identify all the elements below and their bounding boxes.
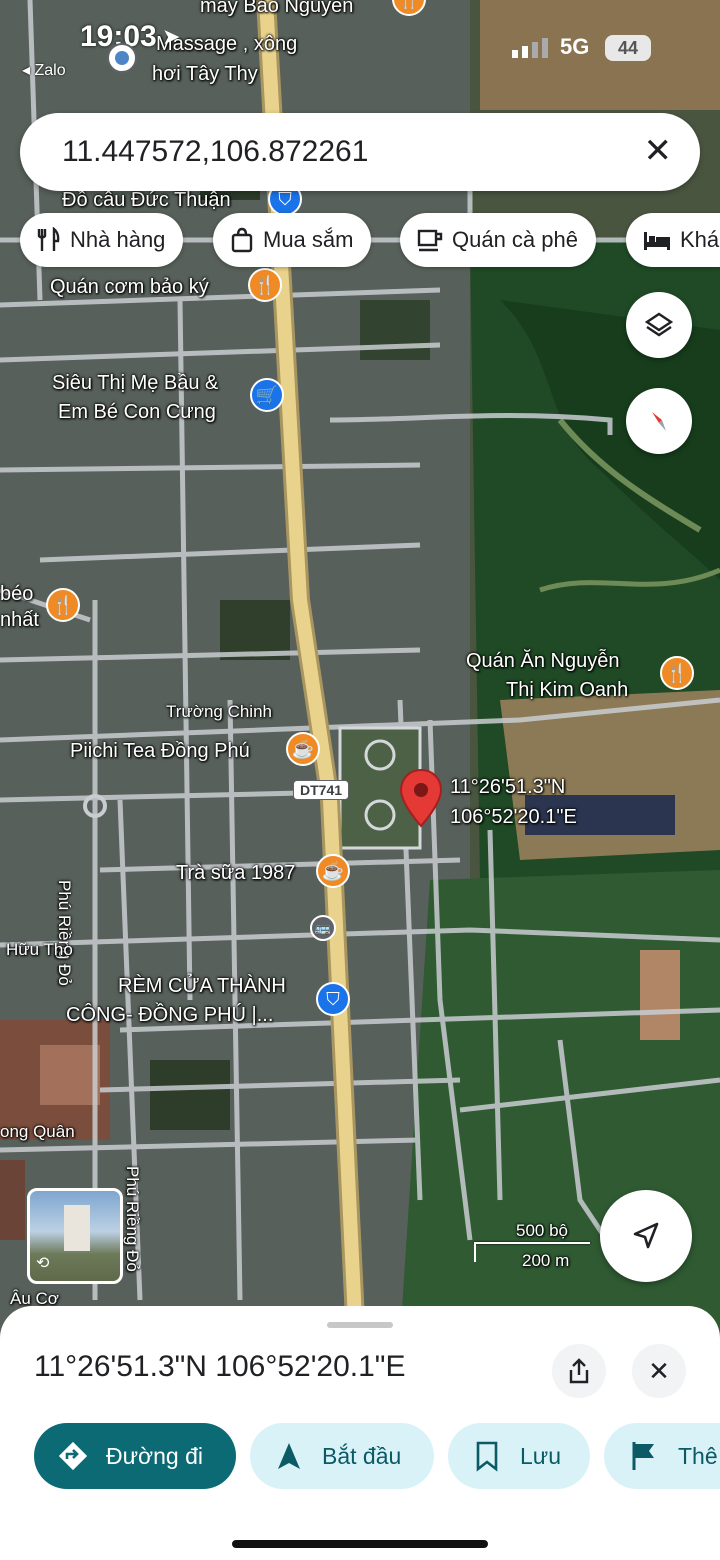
directions-button[interactable]: Đường đi (34, 1423, 236, 1489)
coffee-cup-icon: ☕ (321, 860, 345, 881)
place-label-tra-sua[interactable]: Trà sữa 1987 (176, 861, 295, 886)
shopping-bag-icon: ⛉ (278, 188, 292, 209)
poi-marker-restaurant[interactable]: 🍴 (660, 656, 694, 690)
shopping-bag-icon (229, 227, 255, 253)
close-icon: ✕ (643, 132, 673, 170)
chip-label: Quán cà phê (452, 227, 578, 252)
status-bar: 19:03 ➤ ◂ Zalo 5G 44 (0, 0, 720, 100)
bottom-sheet[interactable]: 11°26'51.3"N 106°52'20.1"E ✕ Đường đi Bắ… (0, 1306, 720, 1560)
street-view-thumbnail[interactable]: ⟲ (27, 1188, 123, 1284)
pin-longitude-label: 106°52'20.1"E (450, 806, 577, 828)
share-button[interactable] (552, 1344, 606, 1398)
scale-bar (474, 1242, 590, 1244)
place-label-quan-an[interactable]: Quán Ăn Nguyễn (466, 649, 619, 674)
place-label-sieu-thi[interactable]: Siêu Thị Mẹ Bầu & (52, 371, 218, 396)
close-icon: ✕ (648, 1355, 670, 1386)
chip-label: Mua sắm (263, 227, 354, 252)
coffee-cup-icon (416, 227, 444, 253)
search-bar[interactable]: 11.447572,106.872261 ✕ (20, 113, 700, 191)
back-triangle-icon: ◂ (22, 62, 35, 79)
flag-icon (632, 1442, 654, 1470)
poi-marker-cafe[interactable]: ☕ (286, 732, 320, 766)
send-arrow-icon: ➤ (162, 24, 181, 49)
start-label: Bắt đầu (322, 1442, 402, 1469)
bus-stop-icon[interactable]: 🚌 (310, 915, 336, 941)
place-coordinates-title: 11°26'51.3"N 106°52'20.1"E (34, 1350, 406, 1383)
compass-icon (652, 412, 666, 431)
scale-label-meters: 200 m (522, 1251, 570, 1270)
place-label-do-cau[interactable]: Đồ câu Đức Thuận (62, 188, 231, 213)
chip-restaurants[interactable]: Nhà hàng (20, 213, 184, 267)
rotate-360-icon: ⟲ (36, 1255, 50, 1272)
home-indicator[interactable] (232, 1540, 488, 1548)
scale-bar-tick (474, 1242, 476, 1262)
chip-cafe[interactable]: Quán cà phê (400, 213, 596, 267)
location-pin-icon (107, 43, 137, 73)
chip-label: Nhà hàng (70, 227, 166, 252)
chip-hotels[interactable]: Khá (626, 213, 720, 267)
street-label-phu-rieng-do: Phú Riềng Đỏ (55, 880, 74, 986)
close-sheet-button[interactable]: ✕ (632, 1344, 686, 1398)
save-button[interactable]: Lưu (448, 1423, 590, 1489)
fork-knife-icon: 🍴 (253, 274, 277, 295)
place-label-rem-cua-2[interactable]: CÔNG- ĐỒNG PHÚ |... (66, 1003, 273, 1028)
place-label-beo[interactable]: béo (0, 582, 33, 607)
directions-label: Đường đi (106, 1442, 203, 1469)
street-label-truong-chinh: Trường Chinh (166, 702, 272, 721)
poi-marker-shopping-cart[interactable]: 🛒 (250, 378, 284, 412)
poi-marker-cafe[interactable]: ☕ (316, 854, 350, 888)
navigation-arrow-icon (278, 1443, 300, 1469)
poi-marker-restaurant[interactable]: 🍴 (46, 588, 80, 622)
back-to-app[interactable]: ◂ Zalo (22, 60, 66, 80)
drag-handle[interactable] (327, 1322, 393, 1328)
directions-icon (58, 1441, 88, 1471)
chip-shopping[interactable]: Mua sắm (213, 213, 372, 267)
bookmark-icon (476, 1441, 498, 1472)
shopping-bag-icon: ⛉ (326, 988, 340, 1009)
coffee-cup-icon: ☕ (291, 738, 315, 759)
fork-knife-icon: 🍴 (665, 662, 689, 683)
fork-knife-icon: 🍴 (51, 594, 75, 615)
add-label-button[interactable]: Thê (604, 1423, 720, 1489)
signal-icon (512, 38, 548, 58)
search-input[interactable]: 11.447572,106.872261 (62, 135, 368, 169)
location-arrow-icon (633, 1222, 659, 1249)
poi-marker-shop[interactable]: ⛉ (316, 982, 350, 1016)
back-app-label: Zalo (34, 62, 66, 79)
battery-indicator: 44 (605, 35, 651, 61)
map-view[interactable]: may Bảo Nguyên 🍴 Massage , xông hơi Tây … (0, 0, 720, 1340)
place-label-beo-2[interactable]: nhất (0, 608, 39, 633)
start-button[interactable]: Bắt đầu (250, 1423, 434, 1489)
clear-search-button[interactable]: ✕ (644, 131, 673, 171)
street-label-huu-tho: Hữu Thọ (6, 940, 73, 959)
my-location-button[interactable] (600, 1190, 692, 1282)
bed-icon (642, 228, 672, 252)
scale-label-feet: 500 bộ (516, 1221, 568, 1240)
street-label-cong-quan: ong Quân (0, 1122, 75, 1141)
poi-marker-restaurant[interactable]: 🍴 (248, 268, 282, 302)
layers-icon (644, 312, 674, 337)
network-type: 5G (560, 34, 590, 59)
share-icon (569, 1358, 589, 1384)
street-label-phu-rieng-do-2: Phú Riềng Đỏ (123, 1166, 142, 1272)
compass-button[interactable] (626, 388, 692, 454)
chip-label: Khá (680, 227, 720, 252)
add-label-label: Thê (678, 1442, 718, 1469)
save-label: Lưu (520, 1442, 561, 1469)
pin-latitude-label: 11°26'51.3"N (450, 776, 566, 798)
place-label-sieu-thi-2[interactable]: Em Bé Con Cưng (58, 400, 216, 425)
place-label-rem-cua[interactable]: RÈM CỬA THÀNH (118, 974, 286, 999)
layers-button[interactable] (626, 292, 692, 358)
dropped-pin-icon[interactable] (398, 768, 444, 830)
place-label-quan-com[interactable]: Quán cơm bảo ký (50, 275, 209, 300)
fork-knife-icon (36, 227, 62, 253)
shopping-cart-icon: 🛒 (255, 384, 279, 405)
place-label-piichi[interactable]: Piichi Tea Đồng Phú (70, 739, 250, 764)
place-label-quan-an-2[interactable]: Thị Kim Oanh (506, 678, 628, 703)
road-shield-dt741: DT741 (293, 780, 350, 800)
